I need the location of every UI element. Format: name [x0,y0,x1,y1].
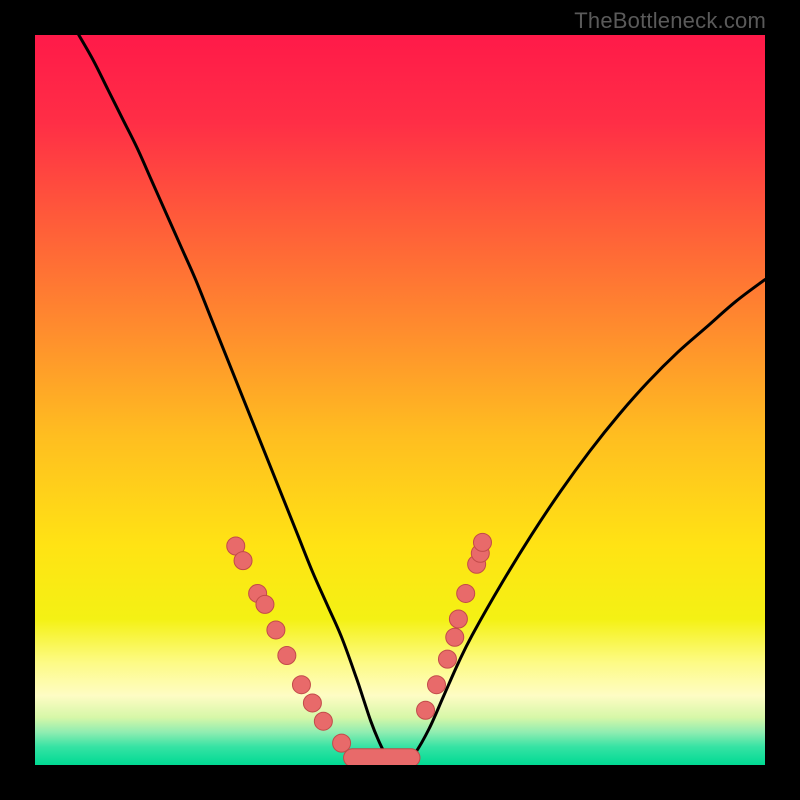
bottom-marker-bar [344,749,420,765]
chart-frame: TheBottleneck.com [0,0,800,800]
bottleneck-curve [79,35,765,763]
data-marker [333,734,351,752]
data-marker [417,701,435,719]
data-marker [428,676,446,694]
data-marker [449,610,467,628]
plot-area [35,35,765,765]
data-marker [256,595,274,613]
data-marker [292,676,310,694]
data-marker [438,650,456,668]
data-marker [446,628,464,646]
watermark-text: TheBottleneck.com [574,8,766,34]
data-marker [473,533,491,551]
data-marker [303,694,321,712]
data-marker [457,584,475,602]
curve-layer [35,35,765,765]
data-marker [234,552,252,570]
data-marker [278,647,296,665]
data-marker [267,621,285,639]
data-marker [314,712,332,730]
data-markers [227,533,492,752]
